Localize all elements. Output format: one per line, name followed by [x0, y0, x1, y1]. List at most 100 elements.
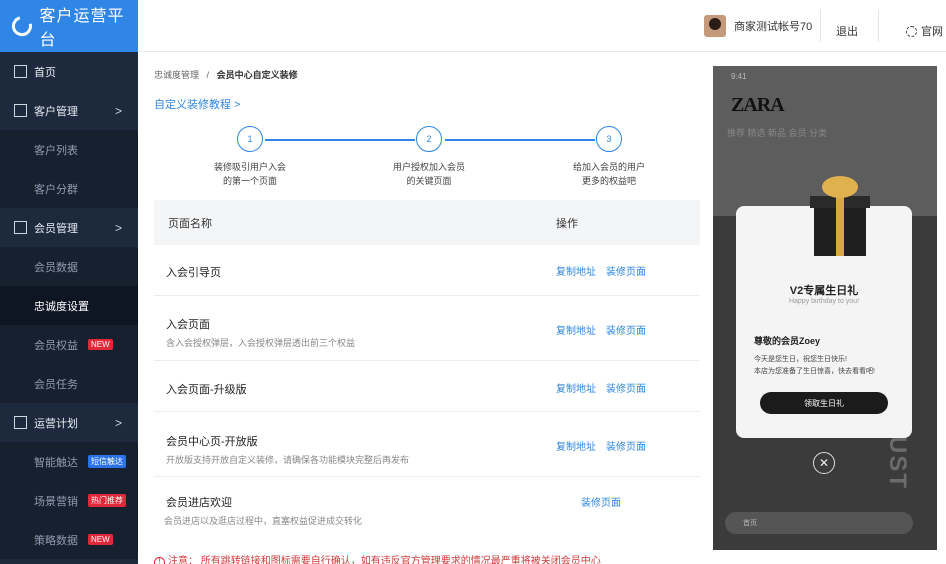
row-name: 入会页面-升级版 — [166, 384, 247, 396]
sidebar-item-label: 忠诚度设置 — [34, 300, 89, 313]
breadcrumb-current: 会员中心自定义装修 — [216, 70, 298, 80]
notice-text: 所有跳转链接和图标需要自行确认，如有违反官方管理要求的情况最严重将被关闭会员中心 — [200, 556, 601, 564]
avatar — [704, 15, 726, 37]
modal-line-1: 今天是您生日，祝您生日快乐! — [754, 356, 847, 363]
notice: ! 注意： 所有跳转链接和图标需要自行确认，如有违反官方管理要求的情况最严重将被关… — [154, 552, 601, 564]
sidebar-item-label: 智能触达 — [34, 456, 78, 469]
sidebar-item-label: 会员管理 — [34, 222, 78, 235]
row-desc: 开放版支持开放自定义装修，请确保各功能模块完整后再发布 — [166, 455, 410, 465]
table-row: 会员进店欢迎 会员进店以及逛店过程中，直塞权益促进成交转化 装修页面 — [154, 477, 700, 532]
header-divider — [878, 10, 879, 42]
col-action: 操作 — [556, 217, 578, 230]
sidebar-badge: NEW — [88, 534, 113, 545]
close-icon[interactable]: ✕ — [813, 452, 835, 474]
sidebar-item-label: 会员权益 — [34, 339, 78, 352]
step-2-text: 用户授权加入会员 的关键页面 — [392, 162, 465, 186]
preview-bottom-label: 首页 — [743, 520, 757, 527]
sidebar-item-4[interactable]: 会员管理 > — [0, 208, 138, 247]
chevron-right-icon: > — [114, 220, 122, 235]
account-menu[interactable]: 商家测试帐号70 — [704, 15, 812, 37]
preview-bottom-bar: 首页 — [725, 512, 913, 534]
preview-status-time: 9:41 — [731, 72, 747, 81]
preview-tabs: 推荐 精选 新品 会员 分类 — [727, 128, 828, 138]
birthday-gift-modal: V2专属生日礼 Happy birthday to you! 尊敬的会员Zoey… — [736, 176, 912, 438]
decorate-page-link[interactable]: 装修页面 — [606, 380, 646, 395]
mobile-preview: 9:41 ZARA 推荐 精选 新品 会员 分类 UST V2专属生日礼 Hap… — [713, 66, 937, 550]
step-1-text: 装修吸引用户入会 的第一个页面 — [213, 162, 286, 186]
official-site-link[interactable]: 官网 — [906, 23, 943, 39]
top-header: 商家测试帐号70 退出 官网 — [138, 0, 946, 52]
sidebar-item-0[interactable]: 首页 — [0, 52, 138, 91]
sidebar-item-label: 策略数据 — [34, 534, 78, 547]
steps: 1 2 3 装修吸引用户入会 的第一个页面 用户授权加入会员 的关键页面 给加入… — [154, 126, 700, 186]
sidebar-item-label: 客户分群 — [34, 183, 78, 196]
app: 客户运营平台 首页 客户管理 > 客户列表 客户分群 会员管理 > 会员数据 忠诚度设置 会员权益… — [0, 0, 946, 564]
copy-url-link[interactable]: 复制地址 — [556, 322, 596, 337]
gift-box-icon — [808, 176, 872, 256]
sidebar-item-label: 客户管理 — [34, 105, 78, 118]
step-connector — [445, 139, 595, 141]
modal-greeting: 尊敬的会员Zoey — [754, 336, 821, 346]
sidebar-nav: 首页客户管理 > 客户列表客户分群会员管理 > 会员数据忠诚度设置会员权益 NEW 会员任务… — [0, 52, 138, 559]
table-row: 入会页面 含入会授权弹层，入会授权弹层透出前三个权益 复制地址 装修页面 — [154, 296, 700, 361]
sidebar-item-7[interactable]: 会员权益 NEW — [0, 325, 138, 364]
step-3-text: 给加入会员的用户 更多的权益吧 — [572, 162, 645, 186]
pages-table: 页面名称 操作 入会引导页 复制地址 装修页面 入会页面 含入会授权弹层，入会授… — [154, 200, 700, 532]
logout-link[interactable]: 退出 — [836, 23, 858, 39]
account-name: 商家测试帐号70 — [734, 21, 813, 33]
sidebar-item-10[interactable]: 智能触达 短信触达 — [0, 442, 138, 481]
sidebar-item-5[interactable]: 会员数据 — [0, 247, 138, 286]
decorate-page-link[interactable]: 装修页面 — [606, 263, 646, 278]
brand[interactable]: 客户运营平台 — [0, 0, 138, 52]
sidebar-item-label: 首页 — [34, 66, 56, 79]
sidebar-item-6[interactable]: 忠诚度设置 — [0, 286, 138, 325]
gear-icon — [906, 25, 917, 37]
tutorial-link[interactable]: 自定义装修教程 > — [154, 96, 240, 112]
preview-brand-logo: ZARA — [731, 94, 785, 116]
sidebar-item-3[interactable]: 客户分群 — [0, 169, 138, 208]
sidebar-item-11[interactable]: 场景营销 热门推荐 — [0, 481, 138, 520]
decorate-page-link[interactable]: 装修页面 — [581, 494, 621, 509]
row-desc: 含入会授权弹层，入会授权弹层透出前三个权益 — [166, 338, 356, 348]
decorate-page-link[interactable]: 装修页面 — [606, 322, 646, 337]
users-icon — [14, 104, 27, 117]
modal-subtitle: Happy birthday to you! — [788, 298, 860, 305]
sidebar-item-label: 会员任务 — [34, 378, 78, 391]
sidebar-item-1[interactable]: 客户管理 > — [0, 91, 138, 130]
sidebar-item-8[interactable]: 会员任务 — [0, 364, 138, 403]
table-header: 页面名称 操作 — [154, 200, 700, 245]
row-desc: 会员进店以及逛店过程中，直塞权益促进成交转化 — [164, 516, 363, 526]
sidebar-item-12[interactable]: 策略数据 NEW — [0, 520, 138, 559]
claim-gift-button[interactable]: 领取生日礼 — [760, 392, 888, 414]
chevron-right-icon: > — [114, 103, 122, 118]
sidebar-item-label: 客户列表 — [34, 144, 78, 157]
sidebar-item-9[interactable]: 运营计划 > — [0, 403, 138, 442]
breadcrumb-parent[interactable]: 忠诚度管理 — [154, 70, 199, 80]
home-icon — [14, 65, 27, 78]
breadcrumb-separator: / — [206, 70, 210, 80]
col-page-name: 页面名称 — [168, 217, 212, 230]
sidebar-badge: 热门推荐 — [88, 494, 126, 507]
main-content: 忠诚度管理 / 会员中心自定义装修 自定义装修教程 > 1 2 3 装修吸引用户… — [138, 52, 708, 564]
step-3-circle: 3 — [596, 126, 622, 152]
sidebar-item-label: 运营计划 — [34, 417, 78, 430]
official-label: 官网 — [921, 26, 943, 38]
copy-url-link[interactable]: 复制地址 — [556, 263, 596, 278]
step-1-circle: 1 — [237, 126, 263, 152]
copy-url-link[interactable]: 复制地址 — [556, 438, 596, 453]
member-icon — [14, 221, 27, 234]
preview-decoration: UST — [884, 436, 911, 490]
breadcrumb: 忠诚度管理 / 会员中心自定义装修 — [154, 68, 298, 81]
warning-icon: ! — [154, 557, 165, 564]
notice-label: 注意： — [168, 556, 198, 564]
table-row: 入会引导页 复制地址 装修页面 — [154, 245, 700, 296]
sidebar-badge: NEW — [88, 339, 113, 350]
logo-icon — [8, 12, 36, 40]
decorate-page-link[interactable]: 装修页面 — [606, 438, 646, 453]
row-name: 入会页面 — [166, 319, 210, 331]
sidebar-item-label: 会员数据 — [34, 261, 78, 274]
sidebar-item-2[interactable]: 客户列表 — [0, 130, 138, 169]
copy-url-link[interactable]: 复制地址 — [556, 380, 596, 395]
header-divider — [820, 10, 821, 42]
plan-icon — [14, 416, 27, 429]
